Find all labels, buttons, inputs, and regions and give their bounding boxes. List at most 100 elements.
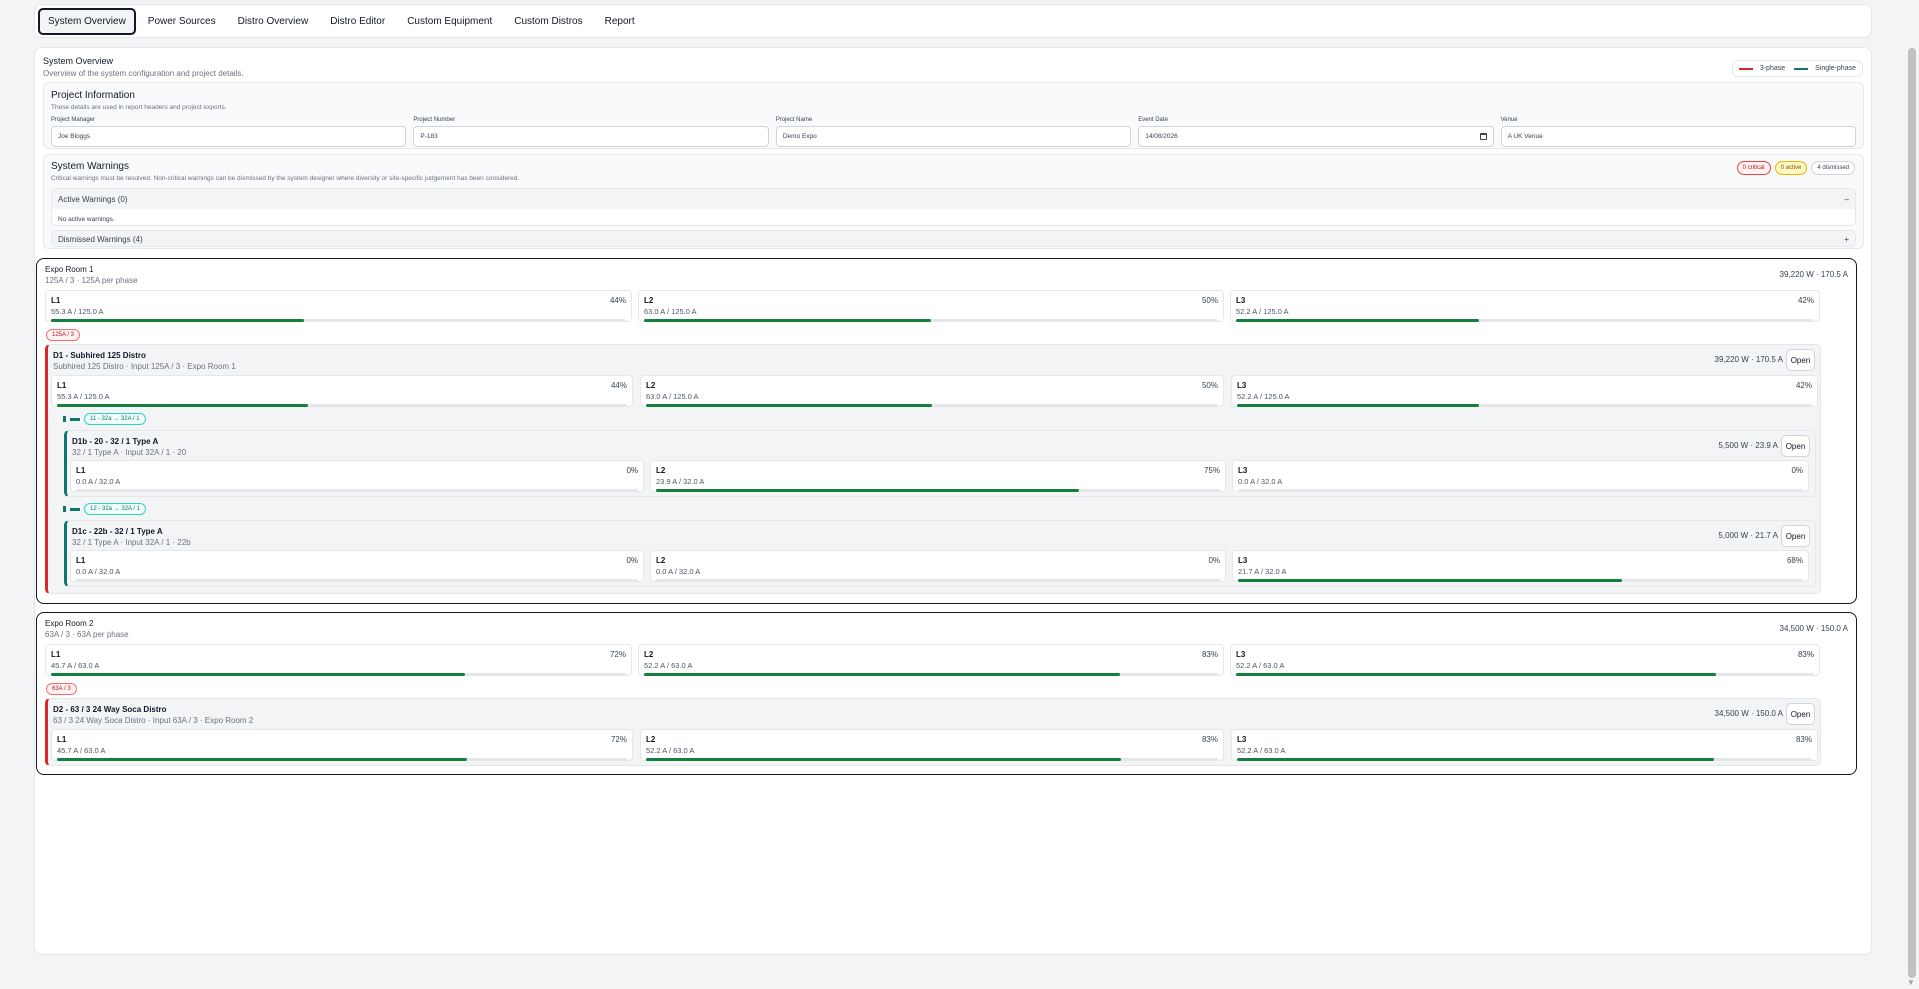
phase-card-l2: L2 83% 52.2 A / 63.0 A — [638, 644, 1224, 676]
phase-label: L3 — [1238, 556, 1248, 565]
phase-load-bar — [1236, 673, 1814, 676]
room-card-expo-room-2: Expo Room 2 63A / 3 · 63A per phase 34,5… — [36, 612, 1857, 775]
phase-current: 55.3 A / 125.0 A — [51, 307, 104, 316]
tab-power-sources[interactable]: Power Sources — [138, 8, 226, 35]
phase-load-fill — [644, 673, 1121, 676]
phase-load-fill — [1237, 758, 1715, 761]
open-distro-button[interactable]: Open — [1781, 525, 1810, 547]
phase-load-fill — [1236, 319, 1479, 322]
phase-card-l2: L2 0% 0.0 A / 32.0 A — [650, 550, 1226, 582]
venue-value: A UK Venue — [1507, 133, 1543, 140]
room-title: Expo Room 2 — [45, 619, 94, 628]
scroll-down-icon[interactable]: ▼ — [1907, 978, 1915, 987]
phase-current: 63.0 A / 125.0 A — [646, 392, 699, 401]
tab-bar: System Overview Power Sources Distro Ove… — [34, 4, 1872, 38]
phase-percent: 0% — [626, 466, 638, 475]
phase-percent: 68% — [1786, 556, 1803, 565]
page-title: System Overview — [43, 56, 114, 66]
dismissed-warnings-header[interactable]: Dismissed Warnings (4) + — [52, 231, 1855, 246]
phase-current: 0.0 A / 32.0 A — [656, 567, 701, 576]
phase-card-l2: L2 83% 52.2 A / 63.0 A — [640, 729, 1224, 761]
phase-card-l3: L3 83% 52.2 A / 63.0 A — [1230, 644, 1820, 676]
connection-chip: 11 - 32a → 32A / 1 — [84, 413, 146, 425]
connector-marker — [63, 506, 66, 512]
page-scrollbar[interactable] — [1908, 48, 1916, 978]
collapse-icon[interactable]: – — [1845, 195, 1849, 204]
active-warnings-header[interactable]: Active Warnings (0) – — [52, 189, 1855, 209]
phase-load-bar — [1237, 758, 1812, 761]
tab-system-overview[interactable]: System Overview — [38, 7, 136, 35]
tab-report[interactable]: Report — [595, 8, 645, 35]
dismissed-count-badge: 4 dismissed — [1811, 161, 1855, 175]
phase-load-bar — [646, 758, 1218, 761]
active-count-badge: 0 active — [1774, 161, 1808, 175]
phase-card-l1: L1 72% 45.7 A / 63.0 A — [51, 729, 633, 761]
active-warnings-accordion: Active Warnings (0) – No active warnings… — [51, 188, 1856, 226]
phase-card-l1: L1 44% 55.3 A / 125.0 A — [51, 375, 633, 407]
room-total: 34,500 W · 150.0 A — [1779, 624, 1849, 633]
venue-input[interactable]: A UK Venue — [1500, 126, 1857, 147]
phase-current: 45.7 A / 63.0 A — [57, 746, 106, 755]
event-date-input[interactable]: 14/08/2026 — [1138, 126, 1494, 147]
phase-current: 0.0 A / 32.0 A — [76, 567, 121, 576]
phase-percent: 72% — [609, 650, 626, 659]
project-name-input[interactable]: Demo Expo — [775, 126, 1132, 147]
phase-load-fill — [1236, 673, 1716, 676]
open-distro-button[interactable]: Open — [1786, 349, 1815, 371]
project-number-input[interactable]: P-183 — [413, 126, 769, 147]
phase-percent: 50% — [1201, 296, 1218, 305]
phase-percent: 83% — [1201, 650, 1218, 659]
open-distro-button[interactable]: Open — [1786, 703, 1815, 725]
room-subtitle: 63A / 3 · 63A per phase — [45, 630, 129, 639]
open-distro-button[interactable]: Open — [1781, 435, 1810, 457]
warnings-subtitle: Critical warnings must be resolved. Non-… — [51, 175, 520, 182]
phase-load-fill — [644, 319, 931, 322]
tab-custom-distros[interactable]: Custom Distros — [504, 8, 592, 35]
phase-load-fill — [57, 404, 308, 407]
phase-card-l3: L3 42% 52.2 A / 125.0 A — [1231, 375, 1818, 407]
phase-percent: 83% — [1795, 735, 1812, 744]
dismissed-warnings-accordion: Dismissed Warnings (4) + — [51, 230, 1856, 247]
connection-chip: 63A / 3 — [46, 683, 77, 695]
project-manager-input[interactable]: Joe Bloggs — [51, 126, 407, 147]
phase-label: L1 — [51, 296, 61, 305]
active-warnings-label: Active Warnings (0) — [58, 194, 128, 204]
expand-icon[interactable]: + — [1844, 235, 1849, 244]
phase-current: 52.2 A / 63.0 A — [646, 746, 695, 755]
distro-card-d1b: D1b - 20 - 32 / 1 Type A 32 / 1 Type A ·… — [64, 430, 1816, 497]
phase-card-l2: L2 50% 63.0 A / 125.0 A — [640, 375, 1224, 407]
phase-percent: 72% — [610, 735, 627, 744]
tab-distro-editor[interactable]: Distro Editor — [320, 8, 395, 35]
phase-card-l1: L1 44% 55.3 A / 125.0 A — [45, 290, 632, 322]
distro-total: 39,220 W · 170.5 A — [1714, 355, 1784, 364]
project-information-card: Project Information These details are us… — [43, 82, 1864, 149]
project-name-field: Project Name Demo Expo — [775, 117, 1132, 147]
venue-field: Venue A UK Venue — [1500, 117, 1857, 147]
phase-percent: 44% — [609, 296, 626, 305]
tab-distro-overview[interactable]: Distro Overview — [228, 8, 319, 35]
connection-chip: 125A / 3 — [46, 329, 81, 341]
phase-percent: 75% — [1203, 466, 1220, 475]
phase-card-l3: L3 68% 21.7 A / 32.0 A — [1232, 550, 1809, 582]
legend-3phase-label: 3-phase — [1759, 65, 1786, 72]
phase-load-fill — [656, 489, 1079, 492]
room-subtitle: 125A / 3 · 125A per phase — [45, 276, 138, 285]
critical-count-badge: 0 critical — [1736, 161, 1771, 175]
phase-percent: 83% — [1201, 735, 1218, 744]
calendar-icon[interactable] — [1479, 133, 1487, 140]
tab-custom-equipment[interactable]: Custom Equipment — [397, 8, 502, 35]
phase-load-bar — [644, 673, 1218, 676]
dismissed-warnings-label: Dismissed Warnings (4) — [58, 235, 143, 244]
phase-load-bar — [51, 673, 626, 676]
venue-label: Venue — [1500, 117, 1518, 123]
phase-load-fill — [646, 758, 1121, 761]
phase-card-l3: L3 42% 52.2 A / 125.0 A — [1230, 290, 1820, 322]
phase-load-fill — [51, 319, 304, 322]
phase-load-fill — [51, 673, 465, 676]
page-subtitle: Overview of the system configuration and… — [43, 69, 244, 78]
project-manager-label: Project Manager — [51, 117, 96, 123]
system-warnings-card: System Warnings Critical warnings must b… — [43, 154, 1864, 249]
phase-current: 52.2 A / 125.0 A — [1236, 307, 1289, 316]
distro-card-d1: D1 - Subhired 125 Distro Subhired 125 Di… — [45, 344, 1821, 594]
distro-title: D1 - Subhired 125 Distro — [53, 351, 146, 360]
